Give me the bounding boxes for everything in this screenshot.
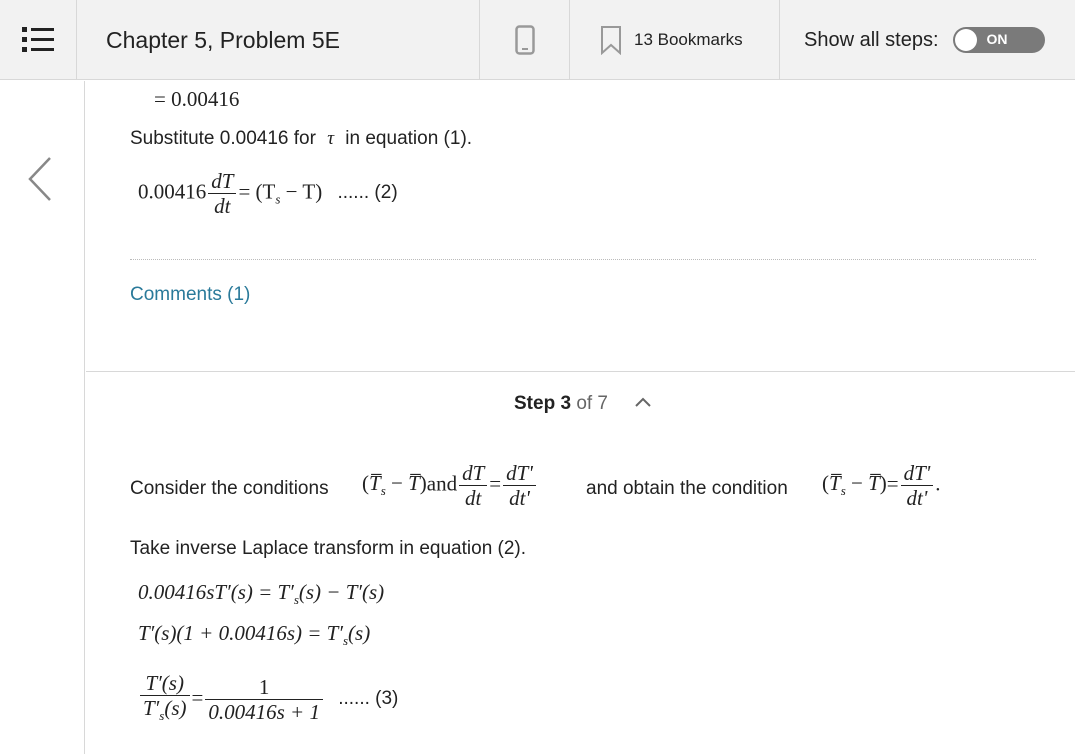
laplace-eq-line2: T′(s)(1 + 0.00416s) = T′s(s)	[138, 621, 371, 649]
and-word: and	[426, 471, 458, 496]
consider-text: Consider the conditions	[130, 478, 329, 499]
substitute-prefix: Substitute 0.00416 for	[130, 128, 316, 149]
equation-3: T′(s) T′s(s) = 1 0.00416s + 1 ...... (3)	[138, 671, 398, 728]
eq3-lhs-den: T′s(s)	[143, 696, 187, 724]
comments-link[interactable]: Comments (1)	[130, 284, 250, 306]
step3-header[interactable]: Step 3 of 7	[514, 393, 608, 415]
eq-line1-b: (s) − T′(s)	[298, 580, 385, 604]
phone-icon	[514, 25, 535, 55]
eq-line1-a: 0.00416sT′(s) = T′	[138, 580, 294, 604]
eq2-rhs2: − T)	[280, 179, 323, 204]
back-arrow-icon[interactable]	[22, 152, 62, 206]
eq3-lhs-num: T′(s)	[140, 671, 190, 696]
obtain-frac: dT' dt'	[900, 461, 934, 510]
step2-result-line: = 0.00416	[154, 87, 240, 111]
cond-frac1: dT dt	[459, 461, 488, 510]
eq3-rhs-num: 1	[205, 675, 323, 701]
show-all-steps: Show all steps: ON	[780, 0, 1075, 80]
show-steps-toggle[interactable]: ON	[952, 27, 1045, 53]
cond-frac1-num: dT	[459, 461, 488, 486]
bookmarks-button[interactable]: 13 Bookmarks	[570, 0, 780, 80]
eq2-label: ...... (2)	[337, 182, 398, 204]
take-inverse-text: Take inverse Laplace transform in equati…	[130, 538, 527, 559]
eq2-coefficient: 0.00416	[138, 179, 207, 204]
show-steps-label: Show all steps:	[804, 28, 939, 51]
eq2-numerator: dT	[208, 169, 237, 194]
equation-2: 0.00416 dT dt = (Ts − T) ...... (2)	[138, 169, 398, 218]
toggle-label: ON	[986, 31, 1008, 47]
obtained-condition: (T̅s − T̅)= dT' dt'.	[822, 461, 941, 510]
eq-line2-b: (s)	[348, 621, 371, 645]
eq2-fraction: dT dt	[208, 169, 237, 218]
eq2-rhs: = (T	[238, 179, 276, 204]
eq3-rhs-frac: 1 0.00416s + 1	[205, 675, 323, 724]
eq3-den-b: (s)	[164, 696, 187, 720]
problem-title: Chapter 5, Problem 5E	[77, 0, 480, 80]
laplace-eq-line1: 0.00416sT′(s) = T′s(s) − T′(s)	[138, 580, 385, 608]
bookmark-icon	[601, 26, 621, 55]
substitute-suffix: in equation (1).	[345, 128, 473, 149]
obtain-frac-num: dT'	[900, 461, 934, 486]
step3-label: Step 3	[514, 393, 572, 414]
obtain-text: and obtain the condition	[586, 478, 788, 499]
menu-button[interactable]	[0, 0, 77, 80]
section-divider	[130, 259, 1036, 260]
eq3-rhs-den: 0.00416s + 1	[208, 700, 320, 725]
obtain-frac-den: dt'	[906, 486, 928, 510]
step3-of-total: of 7	[576, 393, 609, 414]
step-separator	[86, 371, 1075, 372]
eq3-label: ...... (3)	[338, 688, 399, 710]
cond-frac2-den: dt'	[509, 486, 530, 510]
eq3-den-a: T′	[143, 696, 160, 720]
eq2-denominator: dt	[214, 194, 231, 218]
cond-frac2: dT' dt'	[503, 461, 536, 510]
eq-line2-a: T′(s)(1 + 0.00416s) = T′	[138, 621, 343, 645]
mobile-view-button[interactable]	[480, 0, 570, 80]
cond-frac2-num: dT'	[503, 461, 536, 486]
bookmarks-label: 13 Bookmarks	[634, 30, 743, 49]
chevron-up-icon[interactable]	[634, 396, 652, 408]
toggle-knob	[954, 29, 977, 51]
cond-frac1-den: dt	[465, 486, 482, 510]
solution-content: = 0.00416 Substitute 0.00416 for τ in eq…	[86, 81, 1075, 754]
top-toolbar: Chapter 5, Problem 5E 13 Bookmarks Show …	[0, 0, 1075, 80]
substitute-text: Substitute 0.00416 for τ in equation (1)…	[130, 128, 472, 150]
conditions-expression: (T̅s − T̅)and dT dt = dT' dt'	[362, 461, 538, 510]
eq3-lhs-frac: T′(s) T′s(s)	[140, 671, 190, 728]
list-menu-icon	[22, 27, 54, 52]
tau-symbol: τ	[327, 128, 335, 149]
